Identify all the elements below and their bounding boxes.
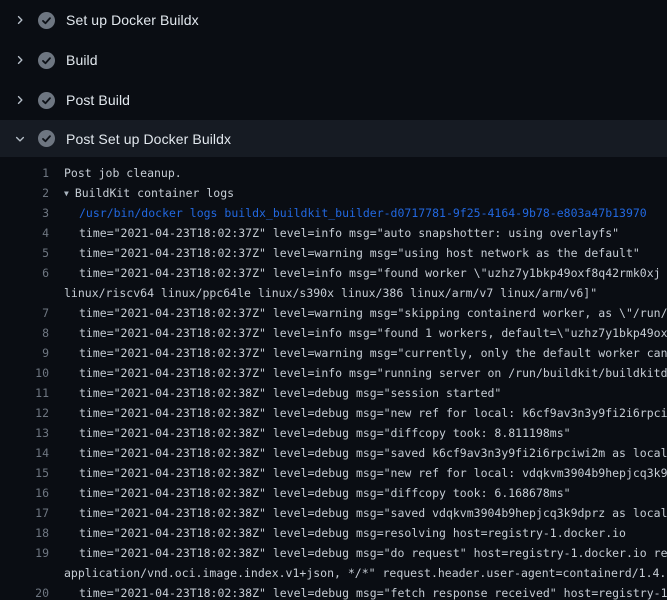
group-collapse-icon[interactable]: ▼ <box>64 184 69 203</box>
log-line-19: 19 time="2021-04-23T18:02:38Z" level=debu… <box>0 543 667 563</box>
log-text: time="2021-04-23T18:02:38Z" level=debug … <box>79 543 667 563</box>
log-text: Post job cleanup. <box>64 163 182 183</box>
log-line-14: 14 time="2021-04-23T18:02:38Z" level=debu… <box>0 443 667 463</box>
log-text: time="2021-04-23T18:02:38Z" level=debug … <box>79 503 667 523</box>
log-line-6: 6 time="2021-04-23T18:02:37Z" level=info … <box>0 263 667 283</box>
group-title: BuildKit container logs <box>75 186 234 200</box>
log-line-2: 2 ▼ BuildKit container logs <box>0 183 667 203</box>
log-line-1: 1 Post job cleanup. <box>0 163 667 183</box>
step-success-check-icon <box>38 92 55 109</box>
step-label: Post Build <box>66 92 130 108</box>
log-line-13: 13 time="2021-04-23T18:02:38Z" level=debu… <box>0 423 667 443</box>
log-line-9: 9 time="2021-04-23T18:02:37Z" level=warni… <box>0 343 667 363</box>
log-text: time="2021-04-23T18:02:37Z" level=warnin… <box>79 343 667 363</box>
log-text: time="2021-04-23T18:02:38Z" level=debug … <box>79 523 626 543</box>
log-text: time="2021-04-23T18:02:38Z" level=debug … <box>79 463 667 483</box>
step-success-check-icon <box>38 52 55 69</box>
step-row-post-build[interactable]: Post Build <box>0 80 667 120</box>
log-text: application/vnd.oci.image.index.v1+json,… <box>64 563 667 583</box>
line-number[interactable]: 20 <box>0 583 49 600</box>
log-line-5: 5 time="2021-04-23T18:02:37Z" level=warni… <box>0 243 667 263</box>
line-number[interactable]: 17 <box>0 503 49 523</box>
log-group-header[interactable]: ▼ BuildKit container logs <box>64 183 234 203</box>
line-number[interactable]: 19 <box>0 543 49 563</box>
chevron-right-icon[interactable] <box>14 94 26 106</box>
log-line-11: 11 time="2021-04-23T18:02:38Z" level=debu… <box>0 383 667 403</box>
line-number[interactable]: 15 <box>0 463 49 483</box>
log-output: 1 Post job cleanup. 2 ▼ BuildKit container l… <box>0 157 667 600</box>
line-number[interactable]: 3 <box>0 203 49 223</box>
log-line-7: 7 time="2021-04-23T18:02:37Z" level=warni… <box>0 303 667 323</box>
line-number[interactable]: 8 <box>0 323 49 343</box>
chevron-down-icon[interactable] <box>14 133 26 145</box>
step-success-check-icon <box>38 12 55 29</box>
log-line-16: 16 time="2021-04-23T18:02:38Z" level=debu… <box>0 483 667 503</box>
log-text: time="2021-04-23T18:02:38Z" level=debug … <box>79 383 501 403</box>
line-number[interactable]: 2 <box>0 183 49 203</box>
log-text: time="2021-04-23T18:02:38Z" level=debug … <box>79 403 667 423</box>
log-text: time="2021-04-23T18:02:38Z" level=debug … <box>79 443 667 463</box>
log-text: time="2021-04-23T18:02:37Z" level=warnin… <box>79 303 667 323</box>
log-line-17: 17 time="2021-04-23T18:02:38Z" level=debu… <box>0 503 667 523</box>
log-text: time="2021-04-23T18:02:37Z" level=info m… <box>79 263 661 283</box>
line-number[interactable]: 6 <box>0 263 49 283</box>
log-line-continuation: application/vnd.oci.image.index.v1+json,… <box>0 563 667 583</box>
log-line-continuation: linux/riscv64 linux/ppc64le linux/s390x … <box>0 283 667 303</box>
actions-log-panel: Set up Docker Buildx Build Post Build Post … <box>0 0 667 600</box>
log-text: time="2021-04-23T18:02:37Z" level=info m… <box>79 363 667 383</box>
log-text: linux/riscv64 linux/ppc64le linux/s390x … <box>64 283 597 303</box>
line-number[interactable]: 10 <box>0 363 49 383</box>
step-row-set-up-docker-buildx[interactable]: Set up Docker Buildx <box>0 0 667 40</box>
log-line-8: 8 time="2021-04-23T18:02:37Z" level=info … <box>0 323 667 343</box>
log-line-12: 12 time="2021-04-23T18:02:38Z" level=debu… <box>0 403 667 423</box>
log-line-3: 3/usr/bin/docker logs buildx_buildkit_bu… <box>0 203 667 223</box>
chevron-right-icon[interactable] <box>14 14 26 26</box>
log-line-20: 20 time="2021-04-23T18:02:38Z" level=debu… <box>0 583 667 600</box>
line-number[interactable]: 13 <box>0 423 49 443</box>
step-label: Set up Docker Buildx <box>66 12 199 28</box>
log-line-4: 4 time="2021-04-23T18:02:37Z" level=info … <box>0 223 667 243</box>
line-number[interactable]: 16 <box>0 483 49 503</box>
step-label: Build <box>66 52 98 68</box>
log-text: time="2021-04-23T18:02:38Z" level=debug … <box>79 423 571 443</box>
log-text: time="2021-04-23T18:02:37Z" level=info m… <box>79 223 619 243</box>
steps-list: Set up Docker Buildx Build Post Build Post … <box>0 0 667 157</box>
line-number[interactable]: 9 <box>0 343 49 363</box>
step-row-build[interactable]: Build <box>0 40 667 80</box>
log-command-text: /usr/bin/docker logs buildx_buildkit_bui… <box>79 203 647 223</box>
line-number[interactable]: 1 <box>0 163 49 183</box>
step-label: Post Set up Docker Buildx <box>66 131 231 147</box>
line-number[interactable]: 18 <box>0 523 49 543</box>
line-number[interactable]: 14 <box>0 443 49 463</box>
log-line-15: 15 time="2021-04-23T18:02:38Z" level=debu… <box>0 463 667 483</box>
line-number[interactable]: 11 <box>0 383 49 403</box>
log-text: time="2021-04-23T18:02:37Z" level=warnin… <box>79 243 640 263</box>
line-number[interactable]: 12 <box>0 403 49 423</box>
step-row-post-set-up-docker-buildx[interactable]: Post Set up Docker Buildx <box>0 120 667 157</box>
log-text: time="2021-04-23T18:02:38Z" level=debug … <box>79 483 571 503</box>
line-number[interactable]: 5 <box>0 243 49 263</box>
log-line-10: 10 time="2021-04-23T18:02:37Z" level=info… <box>0 363 667 383</box>
line-number[interactable]: 4 <box>0 223 49 243</box>
log-line-18: 18 time="2021-04-23T18:02:38Z" level=debu… <box>0 523 667 543</box>
chevron-right-icon[interactable] <box>14 54 26 66</box>
log-text: time="2021-04-23T18:02:38Z" level=debug … <box>79 583 667 600</box>
line-number[interactable]: 7 <box>0 303 49 323</box>
log-text: time="2021-04-23T18:02:37Z" level=info m… <box>79 323 667 343</box>
step-success-check-icon <box>38 130 55 147</box>
